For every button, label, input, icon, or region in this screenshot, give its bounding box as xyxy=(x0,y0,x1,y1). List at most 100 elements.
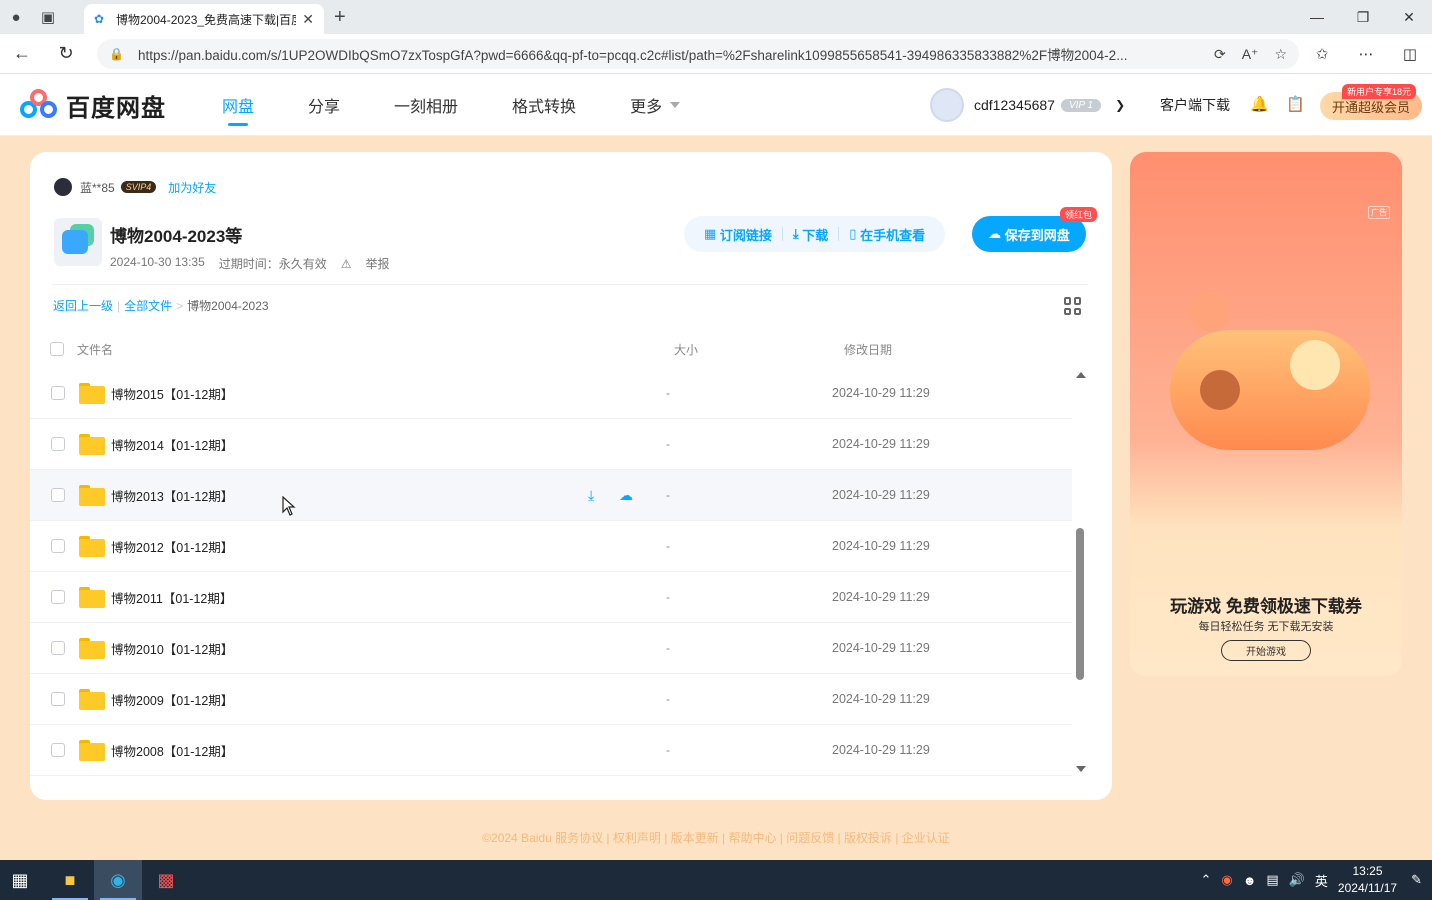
network-icon[interactable]: ▤ xyxy=(1266,872,1278,888)
notification-icon[interactable]: ✎ xyxy=(1411,872,1422,888)
file-name[interactable]: 博物2009【01-12期】 xyxy=(111,690,233,709)
tab-actions-icon[interactable]: ▣ xyxy=(32,0,64,34)
clipboard-icon[interactable]: 📋 xyxy=(1286,95,1305,113)
url-text[interactable]: https://pan.baidu.com/s/1UP2OWDIbQSmO7zx… xyxy=(138,44,1198,64)
qq-icon[interactable]: ☻ xyxy=(1243,873,1257,888)
nav-item-album[interactable]: 一刻相册 xyxy=(394,74,458,136)
sharer-avatar[interactable] xyxy=(54,178,72,196)
subscribe-link-button[interactable]: ▦ 订阅链接 xyxy=(694,225,782,244)
user-chevron-icon[interactable]: ❯ xyxy=(1115,98,1125,112)
scroll-down-arrow-icon[interactable] xyxy=(1076,766,1086,772)
select-all-checkbox[interactable] xyxy=(50,342,64,356)
nav-item-more[interactable]: 更多 xyxy=(630,74,681,136)
bell-icon[interactable]: 🔔 xyxy=(1250,95,1269,113)
windows-start-icon[interactable]: ▦ xyxy=(0,860,40,900)
nav-item-convert[interactable]: 格式转换 xyxy=(512,74,576,136)
file-list-scrollbar[interactable] xyxy=(1074,368,1086,776)
close-window-button[interactable]: ✕ xyxy=(1386,0,1432,34)
report-link[interactable]: ⚠ 举报 xyxy=(341,255,404,272)
table-row[interactable]: 博物2008【01-12期】 - 2024-10-29 11:29 xyxy=(30,725,1072,776)
browser-tab-bar: ● ▣ ✿ 博物2004-2023_免费高速下载|百度网盘 ✕ + — ❐ ✕ xyxy=(0,0,1432,34)
user-menu[interactable]: cdf12345687 VIP 1 ❯ xyxy=(930,88,1125,122)
baidu-pan-logo[interactable]: 百度网盘 xyxy=(20,88,166,123)
file-size: - xyxy=(666,386,670,400)
scroll-up-arrow-icon[interactable] xyxy=(1076,372,1086,378)
read-aloud-icon[interactable]: A⁺ xyxy=(1242,46,1259,63)
table-row[interactable]: 博物2011【01-12期】 - 2024-10-29 11:29 xyxy=(30,572,1072,623)
col-date[interactable]: 修改日期 xyxy=(844,341,892,358)
tab-close-icon[interactable]: ✕ xyxy=(302,11,314,28)
file-name[interactable]: 博物2013【01-12期】 xyxy=(111,486,233,505)
folder-glyph-icon: ■ xyxy=(64,869,76,890)
favorite-star-icon[interactable]: ☆ xyxy=(1274,46,1287,63)
row-checkbox[interactable] xyxy=(51,692,65,706)
row-checkbox[interactable] xyxy=(51,641,65,655)
start-game-button[interactable]: 开始游戏 xyxy=(1221,640,1311,661)
nav-item-netdisk[interactable]: 网盘 xyxy=(222,74,254,136)
back-button[interactable]: ← xyxy=(0,34,44,74)
row-checkbox[interactable] xyxy=(51,386,65,400)
ime-indicator[interactable]: 英 xyxy=(1315,871,1328,890)
row-checkbox[interactable] xyxy=(51,590,65,604)
more-menu-icon[interactable]: ⋯ xyxy=(1344,45,1388,63)
row-save-cloud-icon[interactable]: ☁ xyxy=(619,487,633,504)
row-checkbox[interactable] xyxy=(51,488,65,502)
sharer-name: 蓝**85 xyxy=(80,180,115,195)
tray-expand-icon[interactable]: ⌃ xyxy=(1200,872,1211,888)
avatar[interactable] xyxy=(930,88,964,122)
refresh-button[interactable]: ↻ xyxy=(44,34,88,74)
row-download-icon[interactable]: ⤓ xyxy=(588,487,594,504)
col-size[interactable]: 大小 xyxy=(674,341,698,358)
add-friend-link[interactable]: 加为好友 xyxy=(168,179,216,196)
col-name[interactable]: 文件名 xyxy=(77,341,113,358)
new-tab-button[interactable]: + xyxy=(334,6,346,29)
table-row[interactable]: 博物2015【01-12期】 - 2024-10-29 11:29 xyxy=(30,368,1072,419)
favorites-icon[interactable]: ✩ xyxy=(1300,45,1344,63)
file-name[interactable]: 博物2014【01-12期】 xyxy=(111,435,233,454)
site-footer[interactable]: ©2024 Baidu 服务协议 | 权利声明 | 版本更新 | 帮助中心 | … xyxy=(0,829,1432,846)
url-field[interactable]: 🔒 https://pan.baidu.com/s/1UP2OWDIbQSmO7… xyxy=(97,39,1299,69)
file-name[interactable]: 博物2011【01-12期】 xyxy=(111,588,232,607)
ad-banner[interactable]: 广告 玩游戏 免费领极速下载券 每日轻松任务 无下载无安装 开始游戏 xyxy=(1130,152,1402,676)
minimize-button[interactable]: — xyxy=(1294,0,1340,34)
client-download-link[interactable]: 客户端下载 xyxy=(1160,95,1230,115)
table-row[interactable]: 博物2010【01-12期】 - 2024-10-29 11:29 xyxy=(30,623,1072,674)
file-name[interactable]: 博物2008【01-12期】 xyxy=(111,741,233,760)
folder-icon xyxy=(79,484,105,506)
browser-tab-active[interactable]: ✿ 博物2004-2023_免费高速下载|百度网盘 ✕ xyxy=(84,4,324,34)
table-row[interactable]: 博物2013【01-12期】 ⤓ ☁ - 2024-10-29 11:29 xyxy=(30,470,1072,521)
grid-view-icon[interactable] xyxy=(1064,297,1082,315)
row-checkbox[interactable] xyxy=(51,743,65,757)
row-checkbox[interactable] xyxy=(51,437,65,451)
table-row[interactable]: 博物2009【01-12期】 - 2024-10-29 11:29 xyxy=(30,674,1072,725)
file-date: 2024-10-29 11:29 xyxy=(832,437,930,451)
tray-app-icon[interactable]: ◉ xyxy=(1221,872,1232,888)
folder-icon xyxy=(79,688,105,710)
nav-item-share[interactable]: 分享 xyxy=(308,74,340,136)
red-packet-tag[interactable]: 领红包 xyxy=(1060,207,1098,222)
ad-title: 玩游戏 免费领极速下载券 xyxy=(1170,597,1362,616)
restore-button[interactable]: ❐ xyxy=(1340,0,1386,34)
report-icon: ⚠ xyxy=(340,257,352,271)
edge-browser-icon[interactable]: ◉ xyxy=(94,860,142,900)
breadcrumb-all-files[interactable]: 全部文件 xyxy=(124,299,172,313)
file-list: 博物2015【01-12期】 - 2024-10-29 11:29 博物2014… xyxy=(30,368,1072,776)
clock[interactable]: 13:25 2024/11/17 xyxy=(1338,863,1397,897)
app-available-icon[interactable]: ⟳ xyxy=(1214,46,1226,63)
lock-icon[interactable]: 🔒 xyxy=(109,47,124,61)
table-row[interactable]: 博物2012【01-12期】 - 2024-10-29 11:29 xyxy=(30,521,1072,572)
sidebar-icon[interactable]: ◫ xyxy=(1388,45,1432,63)
row-checkbox[interactable] xyxy=(51,539,65,553)
media-app-icon[interactable]: ▩ xyxy=(142,860,190,900)
file-name[interactable]: 博物2015【01-12期】 xyxy=(111,384,233,403)
breadcrumb-back[interactable]: 返回上一级 xyxy=(53,299,113,313)
file-explorer-icon[interactable]: ■ xyxy=(46,860,94,900)
scrollbar-thumb[interactable] xyxy=(1076,528,1084,680)
file-name[interactable]: 博物2010【01-12期】 xyxy=(111,639,233,658)
table-row[interactable]: 博物2014【01-12期】 - 2024-10-29 11:29 xyxy=(30,419,1072,470)
volume-icon[interactable]: 🔊 xyxy=(1289,872,1305,888)
file-name[interactable]: 博物2012【01-12期】 xyxy=(111,537,233,556)
download-button[interactable]: ⤓ 下载 xyxy=(783,225,838,244)
profile-icon[interactable]: ● xyxy=(0,0,32,34)
view-on-phone-button[interactable]: ▯ 在手机查看 xyxy=(839,225,935,244)
